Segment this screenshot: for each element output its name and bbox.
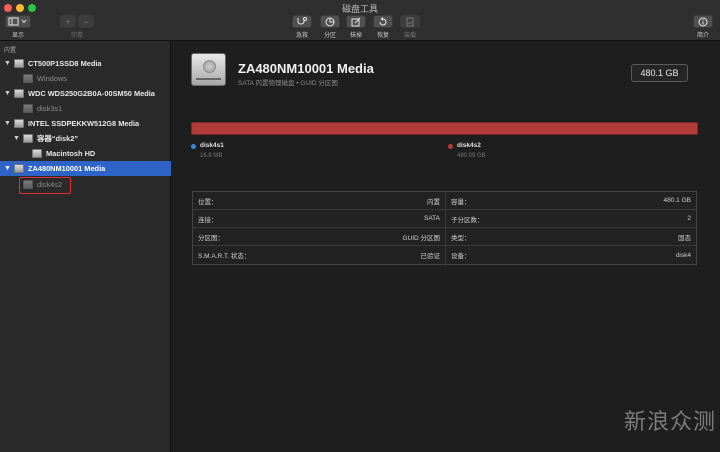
drive-icon — [14, 59, 24, 68]
info-row-location: 位置： 内置 — [193, 192, 445, 210]
first-aid-button[interactable] — [292, 15, 312, 28]
drive-icon — [191, 53, 226, 86]
info-value: disk4 — [675, 251, 691, 259]
sidebar-item-za480nm10001[interactable]: ▼ ZA480NM10001 Media — [0, 161, 171, 176]
main-panel: ZA480NM10001 Media SATA 内置物理磁盘 • GUID 分区… — [172, 41, 720, 452]
erase-button[interactable] — [346, 15, 366, 28]
info-label: 简介 — [696, 33, 709, 39]
partition-legend-size: 16.8 MB — [200, 153, 223, 159]
info-key: S.M.A.R.T. 状态： — [198, 253, 251, 260]
drive-icon — [14, 164, 24, 173]
disclosure-triangle-icon[interactable]: ▼ — [4, 120, 11, 127]
disclosure-triangle-icon[interactable]: ▼ — [4, 165, 11, 172]
volume-icon — [23, 104, 33, 113]
mount-icon — [406, 17, 414, 26]
window-title: 磁盘工具 — [341, 4, 378, 14]
info-value: 内置 — [427, 198, 440, 206]
info-value: 固态 — [678, 234, 691, 242]
restore-label: 恢复 — [376, 33, 389, 39]
disk-subtitle: SATA 内置物理磁盘 • GUID 分区图 — [238, 80, 338, 87]
info-row-type: 类型： 固态 — [446, 228, 696, 246]
volume-icon — [23, 74, 33, 83]
pie-chart-icon — [325, 17, 335, 26]
sidebar-item-wdc[interactable]: ▼ WDC WDS250G2B0A-00SM50 Media — [0, 86, 171, 101]
info-key: 连接： — [198, 216, 218, 224]
partition-legend-dot — [191, 144, 196, 149]
drive-icon — [14, 119, 24, 128]
volume-icon — [32, 149, 42, 158]
erase-label: 抹掉 — [349, 33, 362, 39]
sidebar-item-intel[interactable]: ▼ INTEL SSDPEKKW512G8 Media — [0, 116, 171, 131]
partition-legend-name: disk4s2 — [457, 142, 481, 149]
info-row-device: 设备： disk4 — [446, 246, 696, 264]
restore-button[interactable] — [373, 15, 393, 28]
info-row-capacity: 容量： 480.1 GB — [446, 192, 696, 210]
info-key: 设备： — [451, 253, 471, 260]
info-value: SATA — [423, 215, 440, 222]
add-volume-button[interactable]: + — [60, 15, 76, 28]
partition-legend-dot — [448, 144, 453, 149]
disclosure-triangle-icon[interactable]: ▼ — [4, 60, 11, 67]
sidebar-item-label: CT500P1SSD8 Media — [28, 59, 102, 68]
view-label: 显示 — [11, 33, 24, 39]
sidebar-item-label: INTEL SSDPEKKW512G8 Media — [28, 119, 140, 128]
info-row-connection: 连接： SATA — [193, 210, 445, 228]
info-value: GUID 分区图 — [402, 234, 440, 242]
info-key: 容量： — [451, 198, 471, 206]
partition-button[interactable] — [320, 15, 340, 28]
disk-utility-window: 磁盘工具 显示 + − 宗卷 急救 分区 抹掉 恢复 装载 简介 内置 ▼ CT… — [0, 0, 720, 452]
sidebar-item-ct500p1ssd8[interactable]: ▼ CT500P1SSD8 Media — [0, 56, 171, 71]
info-button[interactable] — [693, 15, 713, 28]
sidebar-item-label: disk3s1 — [37, 104, 63, 113]
sidebar-item-label: Windows — [37, 74, 67, 83]
info-row-child-count: 子分区数： 2 — [446, 210, 696, 228]
disk-size-badge: 480.1 GB — [631, 64, 688, 82]
info-key: 子分区数： — [451, 216, 484, 224]
restore-icon — [379, 16, 387, 25]
watermark: 新浪众测 — [624, 410, 717, 435]
disk-title: ZA480NM10001 Media — [238, 61, 374, 76]
toolbar: 磁盘工具 显示 + − 宗卷 急救 分区 抹掉 恢复 装载 简介 — [0, 0, 720, 41]
sidebar-item-label: 容器“disk2” — [37, 134, 79, 143]
sidebar-item-windows[interactable]: Windows — [0, 71, 171, 86]
partition-label: 分区 — [323, 33, 336, 39]
volume-label: 宗卷 — [70, 33, 83, 39]
sidebar-item-label: ZA480NM10001 Media — [28, 164, 106, 173]
info-row-partition-map: 分区图： GUID 分区图 — [193, 228, 445, 246]
stethoscope-icon — [297, 17, 307, 25]
info-value: 480.1 GB — [663, 197, 691, 204]
partition-usage-bar — [191, 122, 698, 135]
partition-legend-name: disk4s1 — [200, 142, 224, 149]
drive-icon — [14, 89, 24, 98]
disk-info-table: 位置： 内置 连接： SATA 分区图： GUID 分区图 S.M.A.R.T.… — [192, 191, 697, 266]
info-key: 位置： — [198, 198, 218, 206]
info-row-smart: S.M.A.R.T. 状态： 已验证 — [193, 246, 445, 264]
disclosure-triangle-icon[interactable]: ▼ — [13, 135, 20, 142]
remove-volume-button[interactable]: − — [78, 15, 94, 28]
sidebar: 内置 ▼ CT500P1SSD8 Media Windows ▼ WDC WDS… — [0, 41, 171, 452]
mount-label: 装载 — [403, 33, 416, 39]
info-icon — [698, 17, 708, 26]
info-value: 已验证 — [420, 253, 441, 260]
sidebar-item-label: Macintosh HD — [46, 149, 96, 158]
sidebar-item-container-disk2[interactable]: ▼ 容器“disk2” — [0, 131, 171, 146]
info-value: 2 — [687, 215, 691, 222]
info-key: 类型： — [451, 234, 471, 242]
sidebar-section-internal: 内置 — [4, 48, 17, 54]
sidebar-item-label: WDC WDS250G2B0A-00SM50 Media — [28, 89, 155, 98]
first-aid-label: 急救 — [295, 33, 308, 39]
sidebar-item-macintosh-hd[interactable]: Macintosh HD — [0, 146, 171, 161]
sidebar-icon — [8, 17, 27, 26]
container-icon — [23, 134, 33, 143]
mount-button[interactable] — [400, 15, 420, 28]
info-key: 分区图： — [198, 234, 224, 242]
disclosure-triangle-icon[interactable]: ▼ — [4, 90, 11, 97]
view-button[interactable] — [5, 15, 31, 28]
partition-legend-size: 480.09 GB — [457, 153, 486, 159]
sidebar-item-disk3s1[interactable]: disk3s1 — [0, 101, 171, 116]
erase-icon — [351, 17, 361, 26]
red-annotation-box — [19, 177, 71, 194]
